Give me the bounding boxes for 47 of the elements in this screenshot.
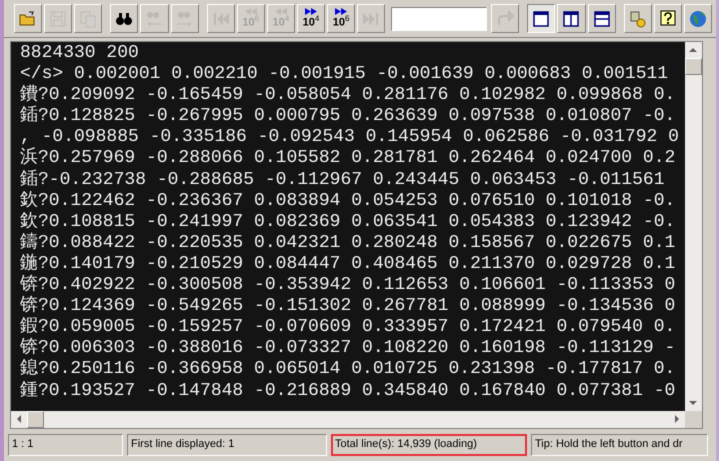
text-line: 鑄?0.088422 -0.220535 0.042321 0.280248 0.158567 0.022675 0.1 bbox=[20, 232, 676, 254]
web-button[interactable] bbox=[684, 4, 712, 33]
scroll-left-icon[interactable] bbox=[15, 415, 23, 423]
scroll-up-icon[interactable] bbox=[689, 46, 697, 54]
text-line: 鍤?-0.232738 -0.288685 -0.112967 0.243445 0.063453 -0.011561 bbox=[20, 170, 665, 191]
scroll-thumb[interactable] bbox=[27, 411, 44, 428]
open-button[interactable] bbox=[14, 4, 42, 33]
text-line: 鍜?0.059005 -0.159257 -0.070609 0.333957 0.172421 0.079540 0. bbox=[20, 317, 676, 338]
text-line: 欽?0.108815 -0.241997 0.082369 0.063541 0.054383 0.123942 -0. bbox=[20, 212, 676, 232]
scroll-down-icon[interactable] bbox=[689, 399, 697, 407]
vertical-scrollbar[interactable] bbox=[685, 42, 702, 411]
text-line: 鍤?0.128825 -0.267995 0.000795 0.263639 0.097538 0.010807 -0. bbox=[20, 106, 676, 128]
text-line: , -0.098885 -0.335186 -0.092543 0.145954 0.062586 -0.031792 0 bbox=[20, 127, 679, 148]
text-line: 锛?0.124369 -0.549265 -0.151302 0.267781 0.088999 -0.134536 0 bbox=[20, 296, 676, 317]
text-line: 浜?0.257969 -0.288066 0.105582 0.281781 0.262464 0.024700 0.2 bbox=[20, 148, 676, 170]
scroll-thumb[interactable] bbox=[685, 58, 702, 75]
text-line: 鍦?0.140179 -0.210529 0.084447 0.408465 0.211370 0.029728 0.1 bbox=[20, 254, 676, 274]
text-line: 鍾?0.193527 -0.147848 -0.216889 0.345840 0.167840 0.077381 -0 bbox=[20, 380, 676, 402]
text-line: 鎴?0.250116 -0.366958 0.065014 0.010725 0.231398 -0.177817 0. bbox=[20, 359, 676, 380]
row-view-button[interactable] bbox=[588, 4, 616, 33]
status-text: Total line(s): 14,939 (loading) bbox=[331, 434, 527, 456]
window-rows-icon bbox=[592, 8, 612, 28]
double-arrow-right-icon bbox=[304, 8, 318, 16]
globe-icon bbox=[688, 8, 708, 28]
help-button[interactable] bbox=[654, 4, 682, 33]
text-line: 锛?0.402922 -0.300508 -0.353942 0.112653 0.106601 -0.113353 0 bbox=[20, 275, 676, 296]
settings-button[interactable] bbox=[624, 4, 652, 33]
single-view-button[interactable] bbox=[527, 4, 556, 33]
double-arrow-right-icon bbox=[334, 8, 348, 16]
text-line: 鐨?0.209092 -0.165459 -0.058054 0.281176 0.102982 0.099868 0. bbox=[20, 85, 676, 106]
help-icon bbox=[658, 8, 678, 28]
scroll-right-icon[interactable] bbox=[673, 415, 681, 423]
find-button[interactable] bbox=[110, 4, 138, 33]
jump-forward-button[interactable]: 10$^{6}$ bbox=[327, 4, 356, 33]
window-columns-icon bbox=[561, 8, 582, 28]
horizontal-scrollbar[interactable] bbox=[11, 411, 685, 428]
text-line: 锛?0.006303 -0.388016 -0.073327 0.108220 0.160198 -0.113129 - bbox=[20, 338, 676, 358]
window-icon bbox=[531, 8, 552, 28]
text-line: 欽?0.122462 -0.236367 0.083894 0.054253 0.076510 0.101018 -0. bbox=[20, 190, 676, 212]
status-text: First line displayed: 1 bbox=[127, 434, 327, 456]
goto-field[interactable] bbox=[391, 6, 488, 30]
column-view-button[interactable] bbox=[557, 4, 586, 33]
jump-forward-button[interactable]: 10$^{4}$ bbox=[296, 4, 325, 33]
status-text: Tip: Hold the left button and dr bbox=[531, 434, 708, 456]
status-text: 1 : 1 bbox=[8, 434, 123, 456]
text-line: 8824330 200 bbox=[20, 43, 139, 64]
text-line: </s> 0.002001 0.002210 -0.001915 -0.001639 0.000683 0.001511 bbox=[20, 64, 668, 84]
